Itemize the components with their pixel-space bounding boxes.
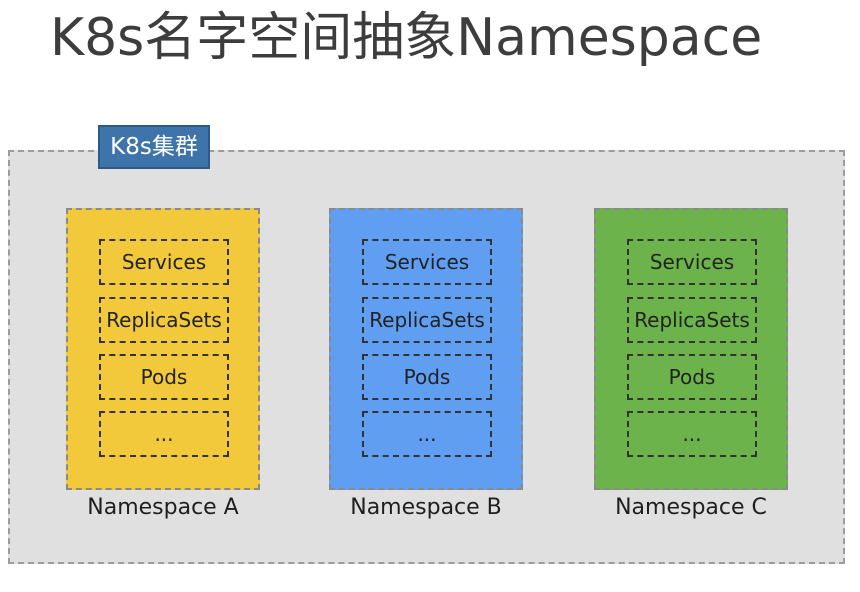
namespace-c-box: Services ReplicaSets Pods ... [594, 208, 788, 490]
namespace-c-more: ... [627, 411, 757, 457]
namespace-c-label: Namespace C [615, 495, 767, 520]
namespace-a-box: Services ReplicaSets Pods ... [66, 208, 260, 490]
namespace-a-services: Services [99, 239, 229, 285]
page-title: K8s名字空间抽象Namespace [50, 8, 763, 68]
namespace-b-services: Services [362, 239, 492, 285]
namespace-b-label: Namespace B [350, 495, 502, 520]
namespace-c-pods: Pods [627, 354, 757, 400]
namespace-b-more: ... [362, 411, 492, 457]
namespace-b-box: Services ReplicaSets Pods ... [329, 208, 523, 490]
namespace-c-replicasets: ReplicaSets [627, 297, 757, 343]
namespace-b-pods: Pods [362, 354, 492, 400]
namespace-b-replicasets: ReplicaSets [362, 297, 492, 343]
cluster-label-badge: K8s集群 [98, 125, 210, 169]
namespace-a-pods: Pods [99, 354, 229, 400]
namespace-a-replicasets: ReplicaSets [99, 297, 229, 343]
namespace-a-label: Namespace A [87, 495, 239, 520]
namespace-a-more: ... [99, 411, 229, 457]
namespace-c-services: Services [627, 239, 757, 285]
diagram-canvas: K8s名字空间抽象Namespace K8s集群 Services Replic… [0, 0, 860, 592]
